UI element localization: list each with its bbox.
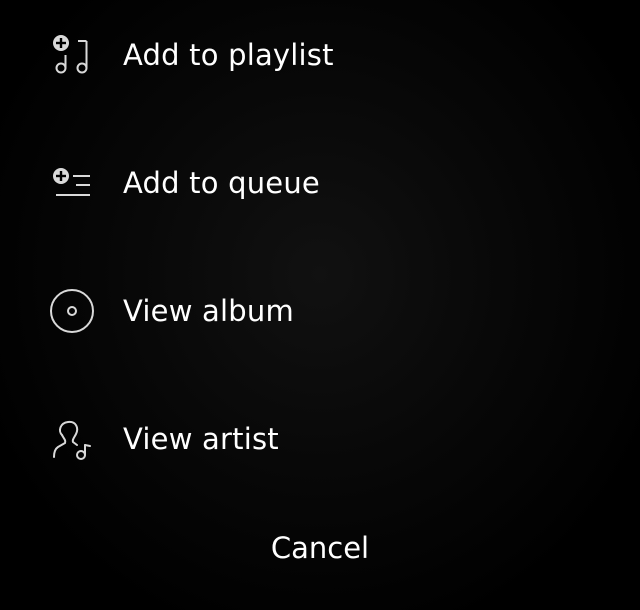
context-menu-sheet: Add to playlist Add to queue View album …: [0, 0, 640, 610]
menu-item-view-album[interactable]: View album: [0, 256, 640, 366]
menu-item-label: Add to playlist: [123, 38, 334, 72]
menu-item-label: Add to queue: [123, 166, 320, 200]
menu-item-label: View album: [123, 294, 294, 328]
menu-item-label: View artist: [123, 422, 279, 456]
menu-item-view-artist[interactable]: View artist: [0, 384, 640, 494]
menu-item-add-to-playlist[interactable]: Add to playlist: [0, 0, 640, 110]
menu-item-add-to-queue[interactable]: Add to queue: [0, 128, 640, 238]
artist-icon: [48, 415, 96, 463]
context-menu: Add to playlist Add to queue View album …: [0, 0, 640, 500]
album-icon: [48, 287, 96, 335]
cancel-button[interactable]: Cancel: [0, 510, 640, 586]
add-to-queue-icon: [48, 159, 96, 207]
add-to-playlist-icon: [48, 31, 96, 79]
